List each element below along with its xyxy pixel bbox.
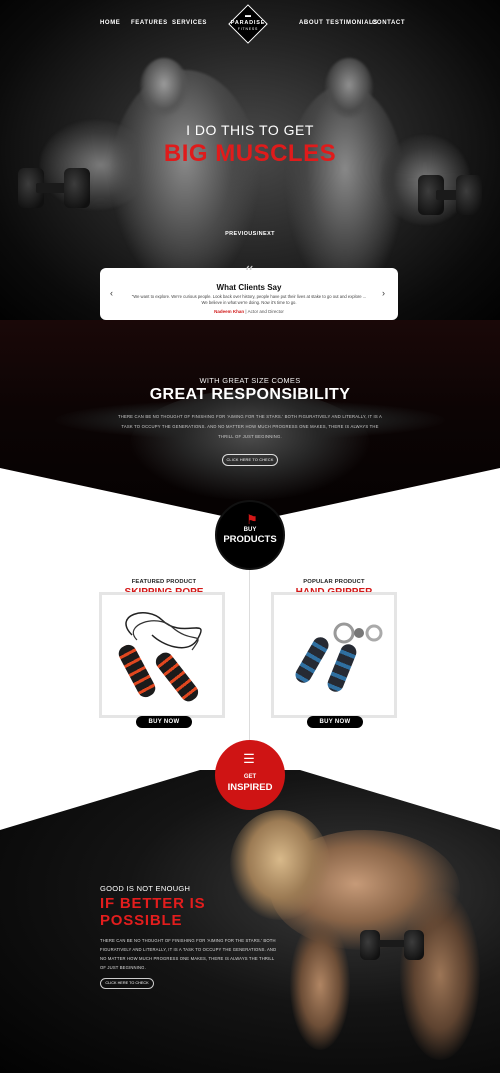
buy-products-badge: ⚑ BUY PRODUCTS: [215, 500, 285, 570]
get-inspired-badge: ☰ GET INSPIRED: [215, 740, 285, 810]
testimonial-title: What Clients Say: [216, 283, 282, 292]
hero-subheading: I DO THIS TO GET: [186, 122, 314, 138]
dumbbell-icon: ☰: [243, 751, 255, 766]
testimonial-card: “ What Clients Say "We want to explore. …: [100, 263, 398, 320]
product-1-frame: [99, 592, 225, 718]
nav-testimonials[interactable]: TESTIMONIALS: [326, 20, 378, 26]
buy-badge-small: BUY: [243, 527, 257, 533]
testimonial-author: Nadeem Khan | Actor and Director: [100, 309, 398, 314]
chevron-right-icon[interactable]: ›: [382, 288, 385, 298]
hero-woman-head-image: [325, 58, 373, 118]
inspired-subheading: GOOD IS NOT ENOUGH: [100, 884, 191, 893]
hero-dumbbell-left-plate: [64, 168, 90, 208]
responsibility-heading: GREAT RESPONSIBILITY: [149, 386, 351, 403]
logo-subtitle: FITNESS: [237, 27, 259, 31]
product-2-buy-button[interactable]: BUY NOW: [307, 716, 363, 728]
nav-about[interactable]: ABOUT: [299, 20, 323, 26]
testimonial-text: "We want to explore. We're curious peopl…: [131, 294, 367, 305]
buy-badge-big: PRODUCTS: [223, 534, 277, 545]
responsibility-section: WITH GREAT SIZE COMES GREAT RESPONSIBILI…: [0, 320, 500, 520]
product-1-buy-button[interactable]: BUY NOW: [136, 716, 192, 728]
responsibility-back-image: [130, 390, 370, 500]
athlete-dumbbell-plate: [404, 930, 424, 960]
inspired-heading-line1: IF BETTER IS: [100, 895, 206, 912]
hero-dumbbell-right-plate: [456, 175, 482, 215]
nav-features[interactable]: FEATURES: [131, 20, 168, 26]
hero-man-head-image: [140, 58, 188, 116]
responsibility-check-button[interactable]: CLICK HERE TO CHECK: [222, 454, 278, 466]
quote-icon: “: [244, 263, 254, 284]
testimonial-author-name: Nadeem Khan: [214, 309, 245, 314]
products-divider: [249, 570, 250, 740]
inspired-heading-line2: POSSIBLE: [100, 912, 183, 929]
chevron-left-icon[interactable]: ‹: [110, 288, 113, 298]
hero-prev-next-link[interactable]: PREVIOUS/NEXT: [0, 231, 500, 237]
product-2-label: POPULAR PRODUCT: [303, 579, 365, 585]
athlete-dumbbell-image: [360, 930, 380, 960]
product-2-frame: [271, 592, 397, 718]
product-1-label: FEATURED PRODUCT: [131, 579, 197, 585]
inspired-heading: IF BETTER IS POSSIBLE: [100, 895, 300, 929]
responsibility-text: THERE CAN BE NO THOUGHT OF FINISHING FOR…: [117, 414, 383, 439]
hand-gripper-icon: ⚑: [246, 512, 258, 527]
site-logo[interactable]: ▬ PARADISE FITNESS: [228, 4, 268, 44]
inspired-badge-big: INSPIRED: [227, 782, 273, 793]
logo-dumbbell-icon: ▬: [245, 13, 251, 19]
testimonial-author-role: | Actor and Director: [245, 309, 284, 314]
hero-heading: BIG MUSCLES: [163, 140, 337, 167]
logo-name: PARADISE: [230, 20, 266, 26]
responsibility-subheading: WITH GREAT SIZE COMES: [199, 376, 301, 385]
nav-home[interactable]: HOME: [100, 20, 120, 26]
hand-gripper-image: [333, 622, 383, 644]
inspired-check-button[interactable]: CLICK HERE TO CHECK: [100, 978, 154, 989]
nav-contact[interactable]: CONTACT: [372, 20, 405, 26]
nav-services[interactable]: SERVICES: [172, 20, 207, 26]
athlete-arm-image: [290, 920, 350, 1050]
inspired-text: THERE CAN BE NO THOUGHT OF FINISHING FOR…: [100, 938, 277, 970]
inspired-badge-small: GET: [243, 774, 257, 780]
hero-man-image: [110, 70, 260, 290]
